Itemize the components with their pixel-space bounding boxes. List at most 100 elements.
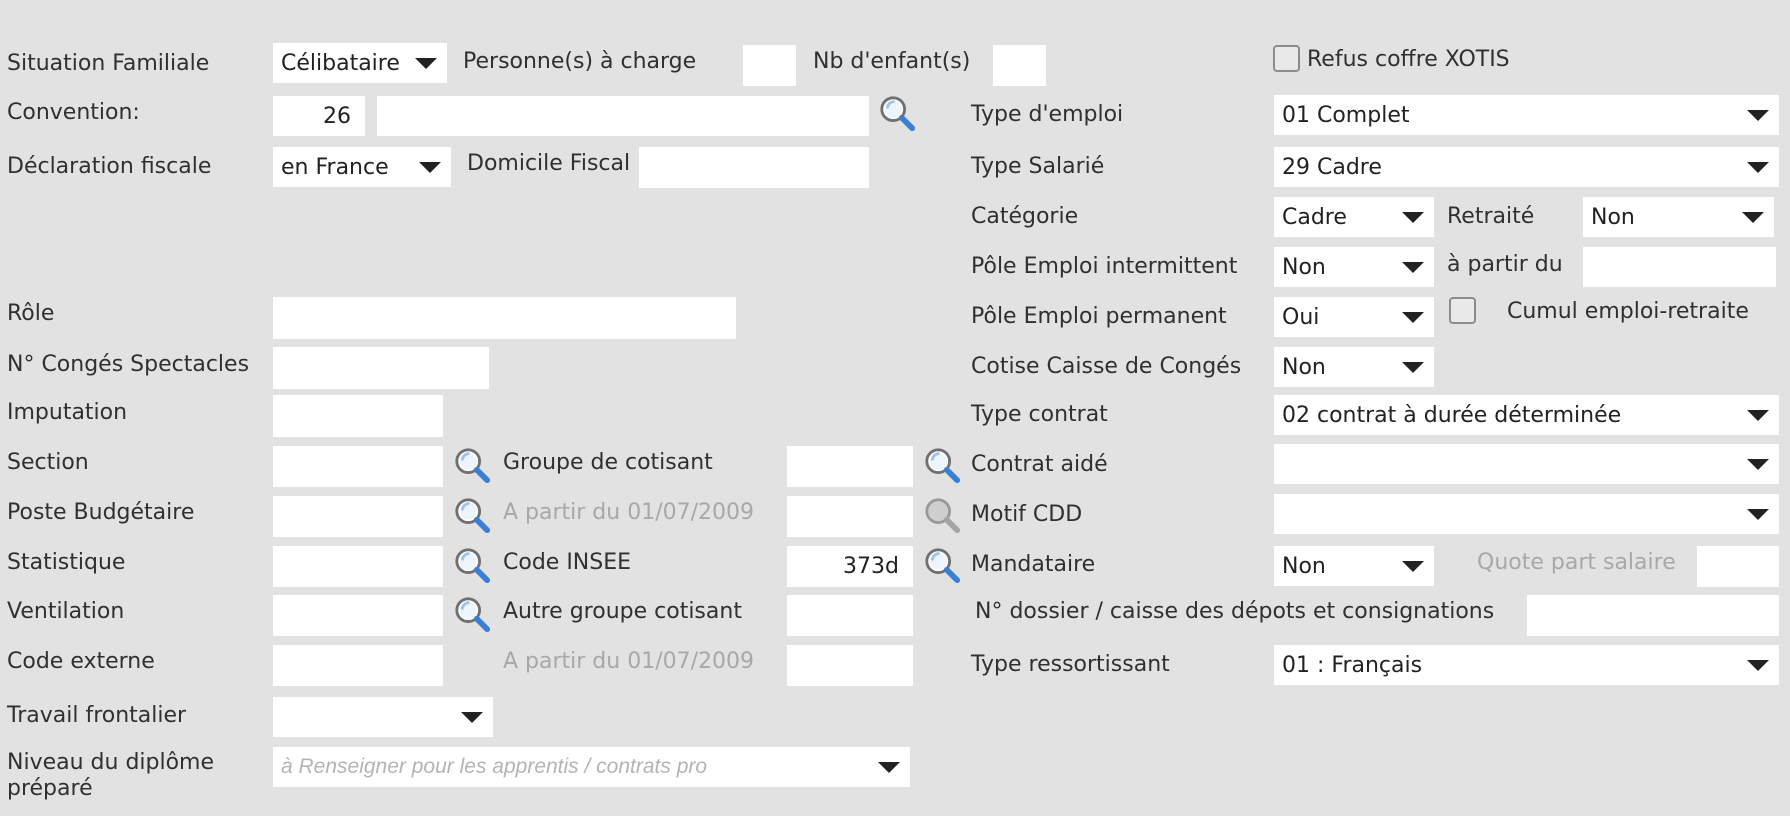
contrat-aide-select[interactable] <box>1274 444 1779 484</box>
caret-down-icon <box>878 762 900 773</box>
cumul-emploi-checkbox[interactable] <box>1449 297 1476 324</box>
type-salarie-select[interactable]: 29 Cadre <box>1274 147 1779 187</box>
role-label: Rôle <box>7 301 55 326</box>
code-externe-input[interactable] <box>273 645 443 686</box>
statistique-search-icon[interactable] <box>453 546 491 584</box>
pole-intermittent-select[interactable]: Non <box>1274 247 1434 287</box>
conges-spectacles-input[interactable] <box>273 347 489 389</box>
type-emploi-select[interactable]: 01 Complet <box>1274 95 1779 135</box>
poste-budgetaire-label: Poste Budgétaire <box>7 500 195 525</box>
type-contrat-select[interactable]: 02 contrat à durée déterminée <box>1274 395 1779 435</box>
motif-cdd-label: Motif CDD <box>971 502 1083 527</box>
section-label: Section <box>7 450 89 475</box>
nb-enfants-input[interactable] <box>993 45 1046 86</box>
dossier-caisse-label: N° dossier / caisse des dépots et consig… <box>975 599 1495 624</box>
declaration-fiscale-select[interactable]: en France <box>273 147 451 187</box>
caret-down-icon <box>1402 561 1424 572</box>
refus-coffre-checkbox[interactable] <box>1273 45 1300 72</box>
convention-code-input[interactable]: 26 <box>273 96 365 136</box>
domicile-fiscal-label: Domicile Fiscal <box>467 151 631 176</box>
personnes-charge-input[interactable] <box>743 45 796 86</box>
quote-part-label: Quote part salaire <box>1477 550 1676 575</box>
groupe-cotisant-input[interactable] <box>787 446 913 487</box>
caret-down-icon <box>1747 459 1769 470</box>
situation-familiale-select[interactable]: Célibataire <box>273 43 447 83</box>
niveau-diplome-label: Niveau du diplôme préparé <box>7 750 215 801</box>
caret-down-icon <box>1747 410 1769 421</box>
cotise-caisse-select[interactable]: Non <box>1274 347 1434 387</box>
a-partir-input-2[interactable] <box>787 645 913 686</box>
caret-down-icon <box>415 58 437 69</box>
dossier-caisse-input[interactable] <box>1527 595 1779 636</box>
ventilation-input[interactable] <box>273 595 443 636</box>
quote-part-input[interactable] <box>1697 546 1779 587</box>
ventilation-label: Ventilation <box>7 599 125 624</box>
caret-down-icon <box>1402 262 1424 273</box>
convention-label: Convention: <box>7 100 140 125</box>
imputation-input[interactable] <box>273 395 443 437</box>
motif-search-icon-disabled <box>923 496 961 534</box>
travail-frontalier-select[interactable] <box>273 697 493 737</box>
a-partir-label-2: A partir du 01/07/2009 <box>503 649 755 674</box>
caret-down-icon <box>1402 212 1424 223</box>
conges-spectacles-label: N° Congés Spectacles <box>7 352 250 377</box>
imputation-label: Imputation <box>7 400 128 425</box>
groupe-cotisant-label: Groupe de cotisant <box>503 450 713 475</box>
pole-permanent-select[interactable]: Oui <box>1274 297 1434 337</box>
caret-down-icon <box>419 162 441 173</box>
autre-groupe-label: Autre groupe cotisant <box>503 599 742 624</box>
autre-groupe-input[interactable] <box>787 595 913 636</box>
niveau-diplome-select[interactable]: à Renseigner pour les apprentis / contra… <box>273 747 910 787</box>
nb-enfants-label: Nb d'enfant(s) <box>813 49 971 74</box>
caret-down-icon <box>461 712 483 723</box>
code-insee-label: Code INSEE <box>503 550 632 575</box>
caret-down-icon <box>1747 509 1769 520</box>
section-search-icon[interactable] <box>453 446 491 484</box>
mandataire-select[interactable]: Non <box>1274 546 1434 586</box>
statistique-input[interactable] <box>273 546 443 587</box>
poste-budgetaire-search-icon[interactable] <box>453 496 491 534</box>
type-emploi-label: Type d'emploi <box>971 102 1124 127</box>
refus-coffre-label: Refus coffre XOTIS <box>1307 47 1510 72</box>
type-contrat-label: Type contrat <box>971 402 1108 427</box>
caret-down-icon <box>1747 660 1769 671</box>
pole-intermittent-label: Pôle Emploi intermittent <box>971 254 1238 279</box>
cumul-emploi-label: Cumul emploi-retraite <box>1507 299 1749 324</box>
code-insee-input[interactable]: 373d <box>787 546 913 587</box>
groupe-cotisant-search-icon[interactable] <box>923 446 961 484</box>
convention-search-icon[interactable] <box>878 94 916 132</box>
situation-familiale-label: Situation Familiale <box>7 51 210 76</box>
categorie-label: Catégorie <box>971 204 1079 229</box>
retraite-select[interactable]: Non <box>1583 197 1774 237</box>
code-insee-search-icon[interactable] <box>923 546 961 584</box>
employee-form: Situation Familiale Célibataire Personne… <box>0 0 1790 816</box>
caret-down-icon <box>1747 162 1769 173</box>
type-ressortissant-select[interactable]: 01 : Français <box>1274 645 1779 685</box>
role-input[interactable] <box>273 297 736 339</box>
cotise-caisse-label: Cotise Caisse de Congés <box>971 354 1242 379</box>
code-externe-label: Code externe <box>7 649 155 674</box>
mandataire-label: Mandataire <box>971 552 1096 577</box>
pole-permanent-label: Pôle Emploi permanent <box>971 304 1227 329</box>
type-salarie-label: Type Salarié <box>971 154 1105 179</box>
section-input[interactable] <box>273 446 443 487</box>
ventilation-search-icon[interactable] <box>453 595 491 633</box>
contrat-aide-label: Contrat aidé <box>971 452 1108 477</box>
caret-down-icon <box>1402 312 1424 323</box>
retraite-label: Retraité <box>1447 204 1535 229</box>
a-partir-input-1[interactable] <box>787 496 913 537</box>
categorie-select[interactable]: Cadre <box>1274 197 1434 237</box>
convention-name-input[interactable] <box>377 96 869 136</box>
motif-cdd-select[interactable] <box>1274 494 1779 534</box>
type-ressortissant-label: Type ressortissant <box>971 652 1170 677</box>
a-partir-du-label: à partir du <box>1447 252 1563 277</box>
poste-budgetaire-input[interactable] <box>273 496 443 537</box>
statistique-label: Statistique <box>7 550 126 575</box>
domicile-fiscal-input[interactable] <box>639 147 869 188</box>
a-partir-label-1: A partir du 01/07/2009 <box>503 500 755 525</box>
declaration-fiscale-label: Déclaration fiscale <box>7 154 212 179</box>
caret-down-icon <box>1402 362 1424 373</box>
a-partir-du-input[interactable] <box>1583 247 1776 287</box>
caret-down-icon <box>1747 110 1769 121</box>
caret-down-icon <box>1742 212 1764 223</box>
